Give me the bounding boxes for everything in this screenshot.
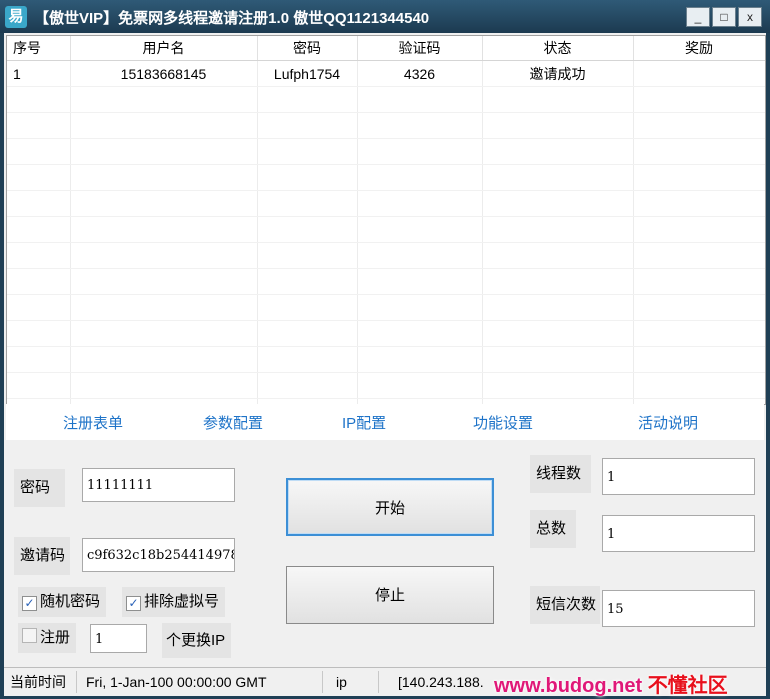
watermark-cn: 不懂社区 — [647, 675, 728, 697]
total-label: 总数 — [530, 510, 576, 548]
total-field[interactable]: 1 — [602, 515, 755, 552]
invite-code-label: 邀请码 — [14, 537, 70, 575]
column-header-username[interactable]: 用户名 — [70, 36, 258, 61]
column-header-index[interactable]: 序号 — [7, 36, 71, 61]
table-row-empty — [7, 294, 765, 321]
window-controls: _ □ x — [686, 7, 762, 27]
table-row-empty — [7, 268, 765, 295]
cell-username: 15183668145 — [70, 60, 258, 87]
close-button[interactable]: x — [738, 7, 762, 27]
start-button[interactable]: 开始 — [286, 478, 494, 536]
app-window: 易 【傲世VIP】免票网多线程邀请注册1.0 傲世QQ1121344540 _ … — [0, 0, 770, 699]
minimize-button[interactable]: _ — [686, 7, 710, 27]
cell-password: Lufph1754 — [257, 60, 358, 87]
column-header-status[interactable]: 状态 — [482, 36, 634, 61]
register-checkbox[interactable]: 注册 — [18, 623, 77, 653]
random-password-checkbox[interactable]: ✓ 随机密码 — [18, 587, 107, 617]
exclude-virtual-label: 排除虚拟号 — [144, 593, 220, 610]
time-value: Fri, 1-Jan-100 00:00:00 GMT — [80, 671, 323, 693]
table-header: 序号 用户名 密码 验证码 状态 奖励 — [7, 36, 765, 61]
sms-count-field[interactable]: 15 — [602, 590, 755, 627]
checkbox-checked-icon: ✓ — [22, 596, 37, 611]
password-label: 密码 — [14, 469, 65, 507]
title-bar[interactable]: 易 【傲世VIP】免票网多线程邀请注册1.0 傲世QQ1121344540 _ … — [0, 0, 770, 33]
table-row-empty — [7, 320, 765, 347]
cell-reward — [633, 60, 765, 87]
table-row-empty — [7, 164, 765, 191]
ip-switch-count-field[interactable]: 1 — [90, 624, 147, 653]
table-row-empty — [7, 112, 765, 139]
ip-value: [140.243.188. — [398, 674, 484, 690]
table-row[interactable]: 1 15183668145 Lufph1754 4326 邀请成功 — [7, 60, 765, 87]
threads-label: 线程数 — [530, 455, 591, 493]
threads-field[interactable]: 1 — [602, 458, 755, 495]
column-header-password[interactable]: 密码 — [257, 36, 358, 61]
status-bar: 当前时间 Fri, 1-Jan-100 00:00:00 GMT ip [140… — [4, 667, 766, 698]
window-title: 【傲世VIP】免票网多线程邀请注册1.0 傲世QQ1121344540 — [34, 10, 430, 27]
cell-code: 4326 — [357, 60, 483, 87]
register-label: 注册 — [40, 629, 71, 646]
results-table[interactable]: 序号 用户名 密码 验证码 状态 奖励 1 15183668145 Lufph1… — [6, 35, 766, 405]
ip-switch-suffix-label: 个更换IP — [162, 623, 232, 658]
time-label: 当前时间 — [4, 671, 77, 693]
cell-status: 邀请成功 — [482, 60, 634, 87]
tab-register-form[interactable]: 注册表单 — [63, 412, 123, 433]
column-header-reward[interactable]: 奖励 — [633, 36, 765, 61]
tab-parameters[interactable]: 参数配置 — [203, 412, 263, 433]
checkbox-unchecked-icon — [22, 628, 37, 643]
invite-code-field[interactable]: c9f632c18b254414978b — [82, 538, 235, 572]
watermark-url: www.budog.net — [494, 675, 643, 697]
maximize-button[interactable]: □ — [712, 7, 736, 27]
exclude-virtual-checkbox[interactable]: ✓ 排除虚拟号 — [122, 587, 226, 617]
table-row-empty — [7, 372, 765, 399]
tab-bar: 注册表单 参数配置 IP配置 功能设置 活动说明 — [6, 404, 764, 440]
app-icon: 易 — [5, 6, 27, 28]
table-row-empty — [7, 138, 765, 165]
random-password-label: 随机密码 — [40, 593, 101, 610]
ip-label: ip — [330, 671, 379, 693]
table-row-empty — [7, 242, 765, 269]
sms-count-label: 短信次数 — [530, 586, 600, 624]
password-field[interactable]: 11111111 — [82, 468, 235, 502]
tab-ip-config[interactable]: IP配置 — [342, 412, 386, 433]
table-row-empty — [7, 216, 765, 243]
watermark: www.budog.net 不懂社区 — [494, 669, 728, 698]
tab-function-settings[interactable]: 功能设置 — [473, 412, 533, 433]
client-area: 序号 用户名 密码 验证码 状态 奖励 1 15183668145 Lufph1… — [4, 33, 766, 698]
table-row-empty — [7, 190, 765, 217]
column-header-code[interactable]: 验证码 — [357, 36, 483, 61]
cell-index: 1 — [7, 60, 71, 87]
stop-button[interactable]: 停止 — [286, 566, 494, 624]
checkbox-checked-icon: ✓ — [126, 596, 141, 611]
tab-activity-info[interactable]: 活动说明 — [638, 412, 698, 433]
table-row-empty — [7, 346, 765, 373]
table-row-empty — [7, 86, 765, 113]
